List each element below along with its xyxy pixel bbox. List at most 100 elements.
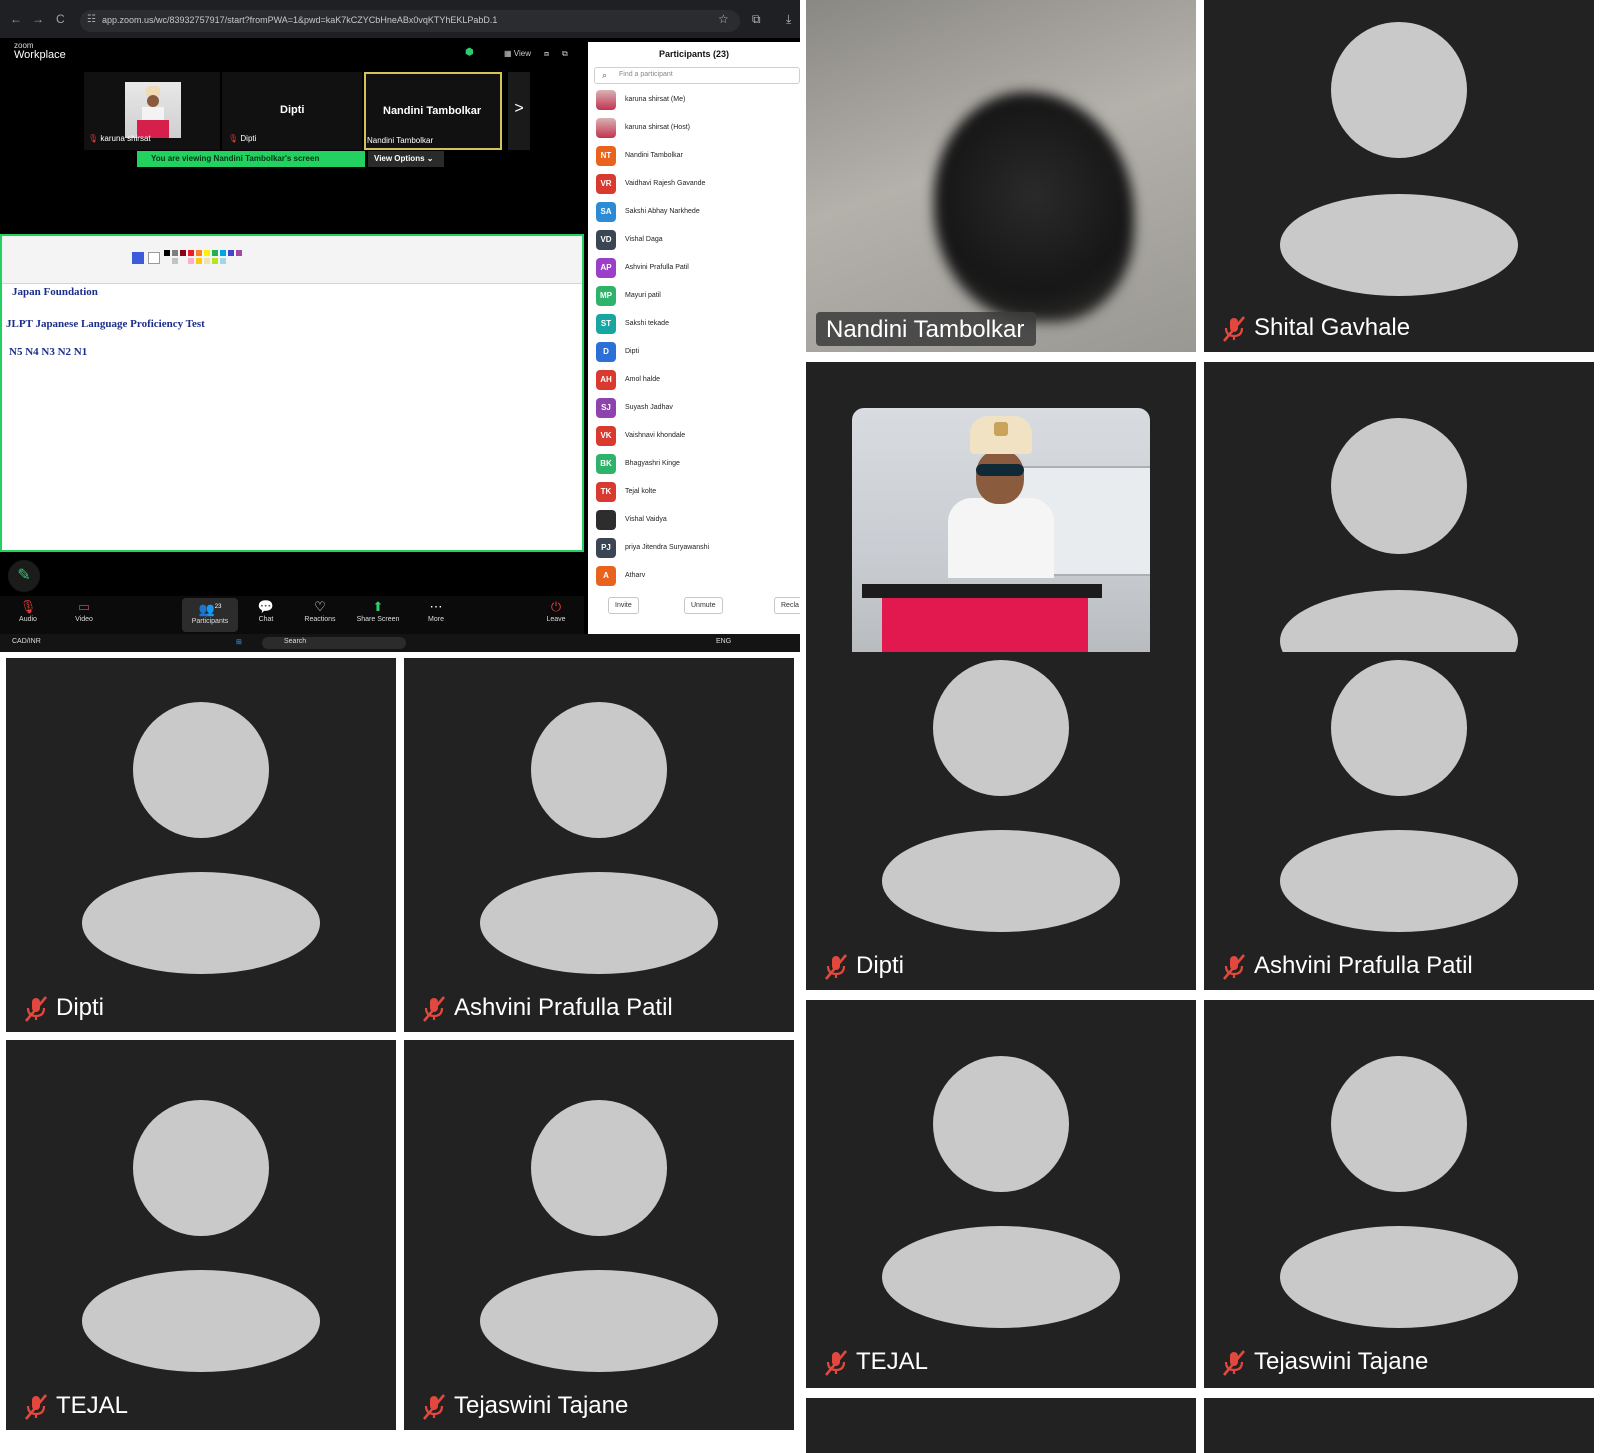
participant-avatar: NT <box>596 146 616 166</box>
participant-row[interactable]: AH Amol halde <box>596 370 800 392</box>
back-icon[interactable]: ← <box>10 12 22 26</box>
participant-row[interactable]: TK Tejal kolte <box>596 482 800 504</box>
reactions-button[interactable]: ♡ Reactions <box>292 598 348 632</box>
audio-button[interactable]: 🎙 Audio <box>0 598 56 632</box>
participant-row[interactable]: NT Nandini Tambolkar <box>596 146 800 168</box>
participant-avatar: BK <box>596 454 616 474</box>
forward-icon[interactable]: → <box>32 12 44 26</box>
view-button[interactable]: ▦ View <box>504 49 531 58</box>
participant-row[interactable]: AP Ashvini Prafulla Patil <box>596 258 800 280</box>
participant-avatar: ST <box>596 314 616 334</box>
participant-name: Bhagyashri Kinge <box>625 460 680 467</box>
video-tile-nandini[interactable] <box>806 0 1196 352</box>
participant-row[interactable]: Vishal Vaidya <box>596 510 800 532</box>
participant-row[interactable]: VR Vaidhavi Rajesh Gavande <box>596 174 800 196</box>
share-screen-button[interactable]: ⬆ Share Screen <box>350 598 406 632</box>
reclaim-host-button[interactable]: Recla <box>774 597 800 614</box>
minimize-view-icon[interactable]: ⧈ <box>544 49 549 59</box>
tile-name: Ashvini Prafulla Patil <box>1254 952 1473 979</box>
mic-muted-icon <box>420 995 448 1023</box>
share-icon: ⬆ <box>372 599 384 614</box>
participant-row[interactable]: VD Vishal Daga <box>596 230 800 252</box>
windows-taskbar: CAD/INR ⊞ Search ENG <box>0 634 800 652</box>
more-label: More <box>428 616 444 623</box>
video-tile[interactable]: Ashvini Prafulla Patil <box>1204 652 1594 990</box>
participant-row[interactable]: karuna shirsat (Me) <box>596 90 800 112</box>
annotate-pencil-icon[interactable]: ✎ <box>8 560 40 592</box>
video-tile[interactable]: TEJAL <box>6 1040 396 1430</box>
participant-avatar: TK <box>596 482 616 502</box>
participant-name: Ashvini Prafulla Patil <box>625 264 689 271</box>
video-tile[interactable]: Dipti <box>806 652 1196 990</box>
avatar-head-icon <box>133 702 269 838</box>
reload-icon[interactable]: C <box>56 12 65 26</box>
video-label: Video <box>75 616 93 623</box>
participant-name: karuna shirsat (Host) <box>625 124 690 131</box>
leave-button[interactable]: ⏻ Leave <box>528 598 584 632</box>
leave-label: Leave <box>546 616 566 623</box>
more-icon: ⋯ <box>429 599 443 614</box>
participant-row[interactable]: D Dipti <box>596 342 800 364</box>
invite-button[interactable]: Invite <box>608 597 639 614</box>
address-bar[interactable]: ☷ app.zoom.us/wc/83932757917/start?fromP… <box>80 10 740 32</box>
shared-text-jlpt: JLPT Japanese Language Proficiency Test <box>6 318 205 330</box>
participant-row[interactable]: karuna shirsat (Host) <box>596 118 800 140</box>
shared-screen: Japan Foundation JLPT Japanese Language … <box>0 234 584 552</box>
participants-button[interactable]: 👥23 Participants <box>182 598 238 632</box>
participant-row[interactable]: MP Mayuri patil <box>596 286 800 308</box>
participant-name: Suyash Jadhav <box>625 404 673 411</box>
participant-name: Nandini Tambolkar <box>625 152 683 159</box>
ticker-widget[interactable]: CAD/INR <box>12 638 41 645</box>
participant-search-input[interactable]: ⌕ Find a participant <box>594 67 800 84</box>
tile-name: Shital Gavhale <box>1254 314 1411 341</box>
video-tile[interactable] <box>806 1398 1196 1453</box>
participant-avatar <box>596 510 616 530</box>
site-info-icon[interactable]: ☷ <box>87 14 96 25</box>
mic-muted-icon <box>822 953 850 981</box>
strip-next-button[interactable]: > <box>508 72 530 150</box>
fullscreen-icon[interactable]: ⧉ <box>562 49 568 59</box>
shield-icon[interactable]: ⬢ <box>465 47 474 58</box>
windows-start-icon[interactable]: ⊞ <box>236 638 242 646</box>
paint-ribbon <box>2 236 582 284</box>
mic-muted-icon <box>22 1393 50 1421</box>
participant-row[interactable]: SJ Suyash Jadhav <box>596 398 800 420</box>
download-icon[interactable]: ⤓ <box>786 12 791 27</box>
star-icon[interactable]: ☆ <box>718 12 729 26</box>
video-tile[interactable]: Tejaswini Tajane <box>404 1040 794 1430</box>
tile-name-nandini: Nandini Tambolkar <box>816 312 1037 346</box>
participant-avatar: AP <box>596 258 616 278</box>
video-tile[interactable]: Tejaswini Tajane <box>1204 1000 1594 1388</box>
participant-row[interactable]: BK Bhagyashri Kinge <box>596 454 800 476</box>
participant-row[interactable]: PJ priya Jitendra Suryawanshi <box>596 538 800 560</box>
heart-icon: ♡ <box>314 599 326 614</box>
strip-name-karuna: 🎙 karuna shirsat <box>88 134 151 143</box>
strip-center-dipti: Dipti <box>280 104 305 116</box>
chat-button[interactable]: 💬 Chat <box>238 598 294 632</box>
video-tile[interactable] <box>1204 362 1594 652</box>
taskbar-search[interactable]: Search <box>262 637 406 649</box>
video-tile[interactable]: TEJAL <box>806 1000 1196 1388</box>
extensions-icon[interactable]: ⧉ <box>752 12 761 27</box>
mic-muted-icon <box>22 995 50 1023</box>
participant-row[interactable]: VK Vaishnavi khondale <box>596 426 800 448</box>
strip-photo-karuna <box>125 82 181 138</box>
participant-row[interactable]: A Atharv <box>596 566 800 588</box>
participant-row[interactable]: SA Sakshi Abhay Narkhede <box>596 202 800 224</box>
more-button[interactable]: ⋯ More <box>408 598 464 632</box>
video-tile[interactable] <box>1204 1398 1594 1453</box>
unmute-all-button[interactable]: Unmute <box>684 597 723 614</box>
participants-icon: 👥23 <box>198 601 222 617</box>
participant-name: Sakshi tekade <box>625 320 669 327</box>
video-tile[interactable]: Shital Gavhale <box>1204 0 1594 352</box>
language-indicator[interactable]: ENG <box>716 638 731 645</box>
participant-row[interactable]: ST Sakshi tekade <box>596 314 800 336</box>
profile-photo <box>852 408 1150 652</box>
view-options-button[interactable]: View Options ⌄ <box>368 151 444 167</box>
participant-avatar: VD <box>596 230 616 250</box>
video-tile[interactable]: Dipti <box>6 658 396 1032</box>
zoom-meeting-screenshot: ← → C ☷ app.zoom.us/wc/83932757917/start… <box>0 0 800 652</box>
video-tile[interactable]: Ashvini Prafulla Patil <box>404 658 794 1032</box>
video-button[interactable]: ▭ Video <box>56 598 112 632</box>
participant-name: Vaishnavi khondale <box>625 432 686 439</box>
